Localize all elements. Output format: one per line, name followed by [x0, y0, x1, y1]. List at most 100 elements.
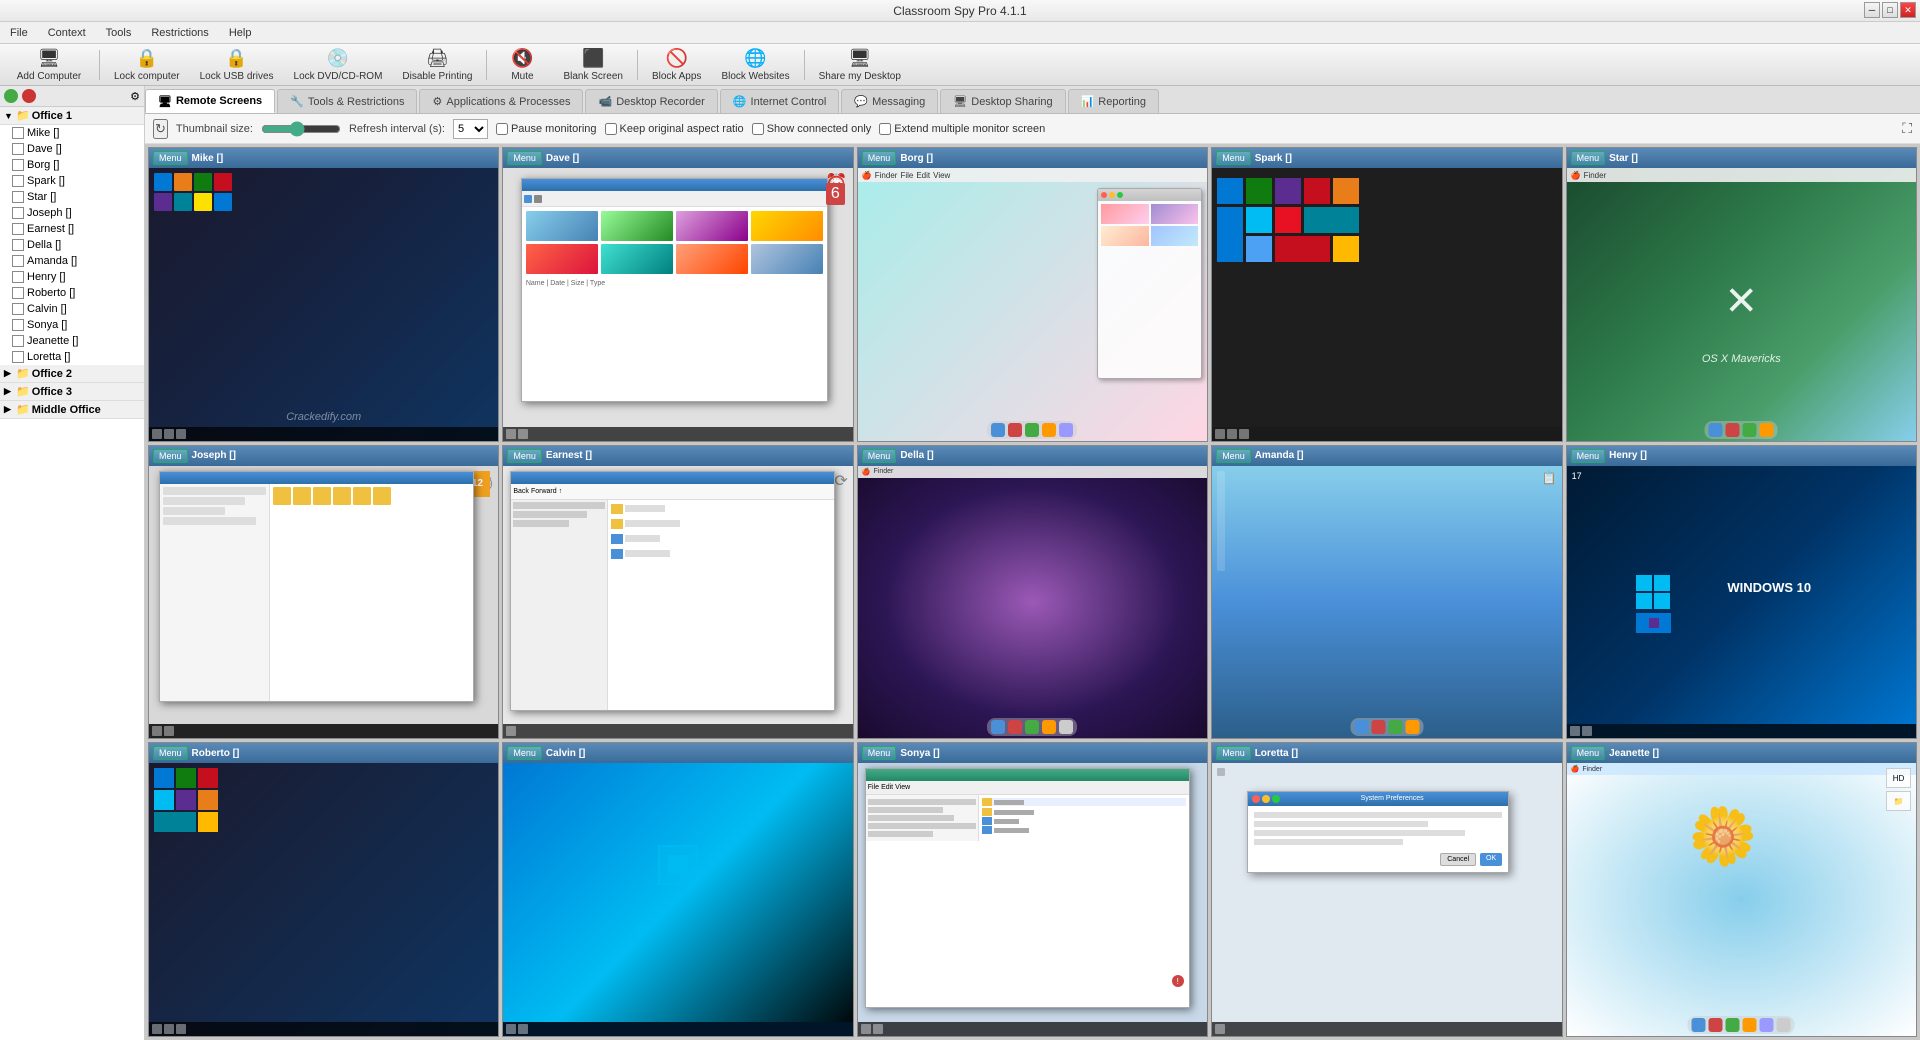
pause-monitoring-checkbox[interactable]	[496, 123, 508, 135]
lock-usb-button[interactable]: 🔒 Lock USB drives	[191, 46, 283, 84]
sidebar-item-borg[interactable]: Borg []	[8, 157, 144, 173]
screen-cell-spark[interactable]: Menu Spark []	[1211, 147, 1562, 442]
keep-aspect-ratio-checkbox[interactable]	[605, 123, 617, 135]
checkbox-amanda[interactable]	[12, 255, 24, 267]
screen-menu-henry[interactable]: Menu	[1571, 449, 1606, 463]
screen-menu-calvin[interactable]: Menu	[507, 746, 542, 760]
blank-screen-button[interactable]: ⬛ Blank Screen	[554, 46, 631, 84]
sidebar-item-joseph[interactable]: Joseph []	[8, 205, 144, 221]
screen-menu-mike[interactable]: Menu	[153, 151, 188, 165]
show-connected-only-label[interactable]: Show connected only	[752, 123, 872, 135]
extend-monitor-label[interactable]: Extend multiple monitor screen	[879, 123, 1045, 135]
menu-help[interactable]: Help	[225, 25, 256, 41]
screen-cell-earnest[interactable]: Menu Earnest [] ⟳ BackForward↑	[502, 445, 853, 740]
checkbox-sonya[interactable]	[12, 319, 24, 331]
checkbox-spark[interactable]	[12, 175, 24, 187]
checkbox-della[interactable]	[12, 239, 24, 251]
checkbox-loretta[interactable]	[12, 351, 24, 363]
tab-remote-screens[interactable]: 🖥 Remote Screens	[145, 89, 275, 113]
screen-cell-roberto[interactable]: Menu Roberto []	[148, 742, 499, 1037]
menu-file[interactable]: File	[6, 25, 32, 41]
refresh-button[interactable]: ↻	[153, 119, 168, 139]
screen-cell-star[interactable]: Menu Star [] 🍎 Finder ✕ OS X Mavericks	[1566, 147, 1917, 442]
sidebar-group-middle-office[interactable]: ▶ 📁 Middle Office	[0, 401, 144, 419]
sonya-alert[interactable]: !	[1172, 975, 1184, 987]
screen-menu-della[interactable]: Menu	[862, 449, 897, 463]
disable-printing-button[interactable]: 🖨 Disable Printing	[393, 46, 481, 84]
checkbox-earnest[interactable]	[12, 223, 24, 235]
checkbox-henry[interactable]	[12, 271, 24, 283]
checkbox-jeanette[interactable]	[12, 335, 24, 347]
tab-messaging[interactable]: 💬 Messaging	[841, 89, 938, 113]
tab-applications-processes[interactable]: ⚙ Applications & Processes	[419, 89, 583, 113]
sidebar-item-star[interactable]: Star []	[8, 189, 144, 205]
sidebar-item-dave[interactable]: Dave []	[8, 141, 144, 157]
minimize-button[interactable]: ─	[1864, 2, 1880, 18]
screen-menu-earnest[interactable]: Menu	[507, 449, 542, 463]
refresh-interval-select[interactable]: 5101530	[453, 119, 488, 139]
keep-aspect-ratio-label[interactable]: Keep original aspect ratio	[605, 123, 744, 135]
sidebar-item-sonya[interactable]: Sonya []	[8, 317, 144, 333]
screen-cell-calvin[interactable]: Menu Calvin []	[502, 742, 853, 1037]
screen-menu-jeanette[interactable]: Menu	[1571, 746, 1606, 760]
sidebar-item-loretta[interactable]: Loretta []	[8, 349, 144, 365]
screen-menu-spark[interactable]: Menu	[1216, 151, 1251, 165]
block-websites-button[interactable]: 🌐 Block Websites	[712, 46, 798, 84]
add-computer-button[interactable]: 🖥 Add Computer	[4, 46, 94, 84]
sidebar-item-mike[interactable]: Mike []	[8, 125, 144, 141]
sidebar-item-earnest[interactable]: Earnest []	[8, 221, 144, 237]
checkbox-star[interactable]	[12, 191, 24, 203]
sidebar-group-office2[interactable]: ▶ 📁 Office 2	[0, 365, 144, 383]
sidebar-group-office3[interactable]: ▶ 📁 Office 3	[0, 383, 144, 401]
tab-internet-control[interactable]: 🌐 Internet Control	[720, 89, 840, 113]
block-apps-button[interactable]: 🚫 Block Apps	[643, 46, 710, 84]
lock-computer-button[interactable]: 🔒 Lock computer	[105, 46, 189, 84]
mute-button[interactable]: 🔇 Mute	[492, 46, 552, 84]
share-desktop-button[interactable]: 🖥 Share my Desktop	[810, 46, 910, 84]
screen-menu-star[interactable]: Menu	[1571, 151, 1606, 165]
screen-cell-henry[interactable]: Menu Henry [] 17 WINDOWS 10	[1566, 445, 1917, 740]
screen-menu-loretta[interactable]: Menu	[1216, 746, 1251, 760]
checkbox-calvin[interactable]	[12, 303, 24, 315]
screen-cell-sonya[interactable]: Menu Sonya [] FileEditView	[857, 742, 1208, 1037]
screen-cell-joseph[interactable]: Menu Joseph [] ⏱ 12	[148, 445, 499, 740]
screen-cell-loretta[interactable]: Menu Loretta [] System Preferences	[1211, 742, 1562, 1037]
pause-monitoring-label[interactable]: Pause monitoring	[496, 123, 597, 135]
menu-tools[interactable]: Tools	[102, 25, 136, 41]
sidebar-item-calvin[interactable]: Calvin []	[8, 301, 144, 317]
tab-desktop-sharing[interactable]: 🖥 Desktop Sharing	[940, 89, 1065, 113]
screen-cell-dave[interactable]: Menu Dave [] ⏰	[502, 147, 853, 442]
tab-desktop-recorder[interactable]: 📹 Desktop Recorder	[585, 89, 717, 113]
checkbox-mike[interactable]	[12, 127, 24, 139]
sidebar-item-roberto[interactable]: Roberto []	[8, 285, 144, 301]
sidebar-item-amanda[interactable]: Amanda []	[8, 253, 144, 269]
sidebar-item-spark[interactable]: Spark []	[8, 173, 144, 189]
sidebar-group-office1[interactable]: ▼ 📁 Office 1	[0, 107, 144, 125]
close-button[interactable]: ✕	[1900, 2, 1916, 18]
screen-menu-dave[interactable]: Menu	[507, 151, 542, 165]
screen-menu-sonya[interactable]: Menu	[862, 746, 897, 760]
screen-menu-amanda[interactable]: Menu	[1216, 449, 1251, 463]
checkbox-roberto[interactable]	[12, 287, 24, 299]
screen-menu-joseph[interactable]: Menu	[153, 449, 188, 463]
maximize-button[interactable]: □	[1882, 2, 1898, 18]
screen-menu-roberto[interactable]: Menu	[153, 746, 188, 760]
checkbox-joseph[interactable]	[12, 207, 24, 219]
thumbnail-size-slider[interactable]	[261, 121, 341, 137]
menu-restrictions[interactable]: Restrictions	[147, 25, 212, 41]
tab-reporting[interactable]: 📊 Reporting	[1068, 89, 1159, 113]
menu-context[interactable]: Context	[44, 25, 90, 41]
sidebar-gear-icon[interactable]: ⚙	[130, 90, 140, 103]
sidebar-item-della[interactable]: Della []	[8, 237, 144, 253]
checkbox-dave[interactable]	[12, 143, 24, 155]
extend-monitor-checkbox[interactable]	[879, 123, 891, 135]
lock-dvd-button[interactable]: 💿 Lock DVD/CD-ROM	[285, 46, 392, 84]
show-connected-only-checkbox[interactable]	[752, 123, 764, 135]
sidebar-item-jeanette[interactable]: Jeanette []	[8, 333, 144, 349]
screen-menu-borg[interactable]: Menu	[862, 151, 897, 165]
screen-cell-borg[interactable]: Menu Borg [] 🍎 Finder File Edit View	[857, 147, 1208, 442]
checkbox-borg[interactable]	[12, 159, 24, 171]
screen-cell-mike[interactable]: Menu Mike []	[148, 147, 499, 442]
screen-cell-jeanette[interactable]: Menu Jeanette [] 🌼 🍎Finder HD 📁	[1566, 742, 1917, 1037]
screen-cell-amanda[interactable]: Menu Amanda [] 📋	[1211, 445, 1562, 740]
